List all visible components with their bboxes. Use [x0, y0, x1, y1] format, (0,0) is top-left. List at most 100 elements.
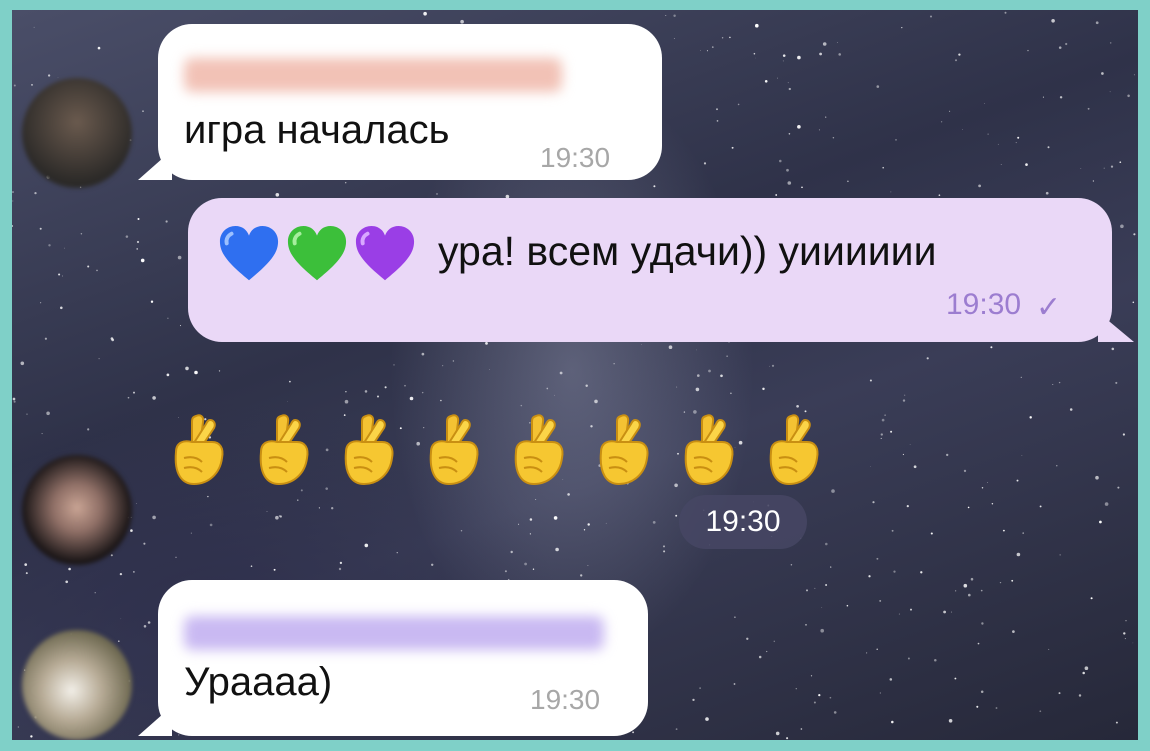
star — [136, 240, 140, 244]
star — [33, 26, 35, 28]
star — [65, 580, 69, 584]
star — [866, 652, 868, 654]
star — [890, 191, 892, 193]
star — [1017, 136, 1020, 139]
star — [190, 532, 192, 534]
sender-name-blurred[interactable] — [184, 616, 604, 650]
star — [318, 507, 320, 509]
star — [1122, 433, 1126, 436]
star — [696, 374, 700, 377]
star — [344, 399, 349, 404]
star — [776, 77, 779, 79]
star — [460, 530, 463, 532]
star — [1011, 579, 1014, 582]
star — [20, 361, 25, 366]
star — [818, 129, 820, 131]
crossed-fingers-icon — [514, 414, 564, 486]
star — [913, 465, 917, 469]
crossed-fingers-message[interactable] — [162, 412, 827, 488]
star — [880, 433, 883, 436]
avatar-sender-1[interactable] — [22, 78, 132, 188]
star — [997, 143, 999, 145]
star — [24, 563, 28, 566]
star — [207, 495, 209, 498]
star — [995, 707, 998, 709]
star — [890, 430, 893, 433]
star — [1117, 486, 1120, 489]
star — [832, 136, 835, 139]
star — [813, 701, 816, 704]
star — [364, 543, 369, 548]
star — [978, 184, 981, 188]
star — [185, 366, 189, 371]
star — [98, 357, 100, 360]
star — [94, 592, 96, 594]
star — [838, 53, 841, 56]
star — [529, 518, 533, 521]
star — [331, 507, 334, 510]
star — [946, 453, 949, 457]
crossed-fingers-icon — [344, 414, 394, 486]
star — [696, 349, 697, 351]
star — [773, 640, 776, 643]
star — [796, 404, 799, 408]
star — [786, 168, 789, 172]
star — [879, 599, 882, 602]
crossed-fingers-icon — [769, 414, 819, 486]
star — [1103, 167, 1105, 169]
star — [339, 561, 343, 565]
star — [926, 357, 929, 360]
star — [57, 77, 59, 78]
star — [287, 401, 288, 402]
incoming-message-2[interactable]: Ураааа) 19:30 — [138, 580, 648, 736]
purple-heart-icon — [355, 225, 415, 281]
star — [884, 414, 886, 416]
star — [1111, 347, 1115, 351]
avatar-sender-3[interactable] — [22, 630, 132, 740]
message-text: ура! всем удачи)) уииииии — [438, 228, 937, 274]
star — [787, 82, 789, 84]
star — [489, 369, 490, 371]
star — [583, 529, 586, 531]
star — [12, 397, 16, 401]
star — [703, 162, 707, 165]
star — [136, 503, 137, 504]
star — [909, 444, 911, 445]
star — [1115, 721, 1118, 724]
star — [938, 194, 941, 197]
star — [137, 217, 140, 221]
star — [594, 399, 598, 404]
star — [553, 516, 558, 520]
star — [1058, 381, 1061, 384]
star — [1002, 529, 1005, 532]
avatar-sender-2[interactable] — [22, 455, 132, 565]
star — [64, 247, 65, 249]
crossed-fingers-icon — [174, 414, 224, 486]
sender-name-blurred[interactable] — [184, 58, 562, 92]
star — [289, 380, 291, 383]
star — [1104, 502, 1109, 506]
star — [820, 628, 824, 633]
star — [218, 370, 221, 372]
incoming-message-1[interactable]: игра началась 19:30 — [138, 24, 662, 180]
star — [554, 394, 555, 396]
hearts-emoji — [218, 224, 416, 286]
star — [13, 400, 16, 403]
star — [532, 568, 535, 570]
star — [152, 396, 156, 400]
star — [930, 532, 933, 535]
star — [968, 593, 971, 597]
star — [829, 696, 832, 699]
star — [775, 731, 780, 736]
star — [1090, 597, 1093, 600]
star — [580, 574, 583, 577]
star — [133, 571, 135, 573]
outgoing-message[interactable]: ура! всем удачи)) уииииии 19:30 ✓ — [188, 198, 1134, 342]
star — [518, 523, 520, 525]
star — [587, 523, 590, 526]
crossed-fingers-icon — [684, 414, 734, 486]
star — [524, 562, 527, 566]
blue-heart-icon — [219, 225, 279, 281]
star — [452, 360, 455, 362]
star — [958, 53, 961, 56]
